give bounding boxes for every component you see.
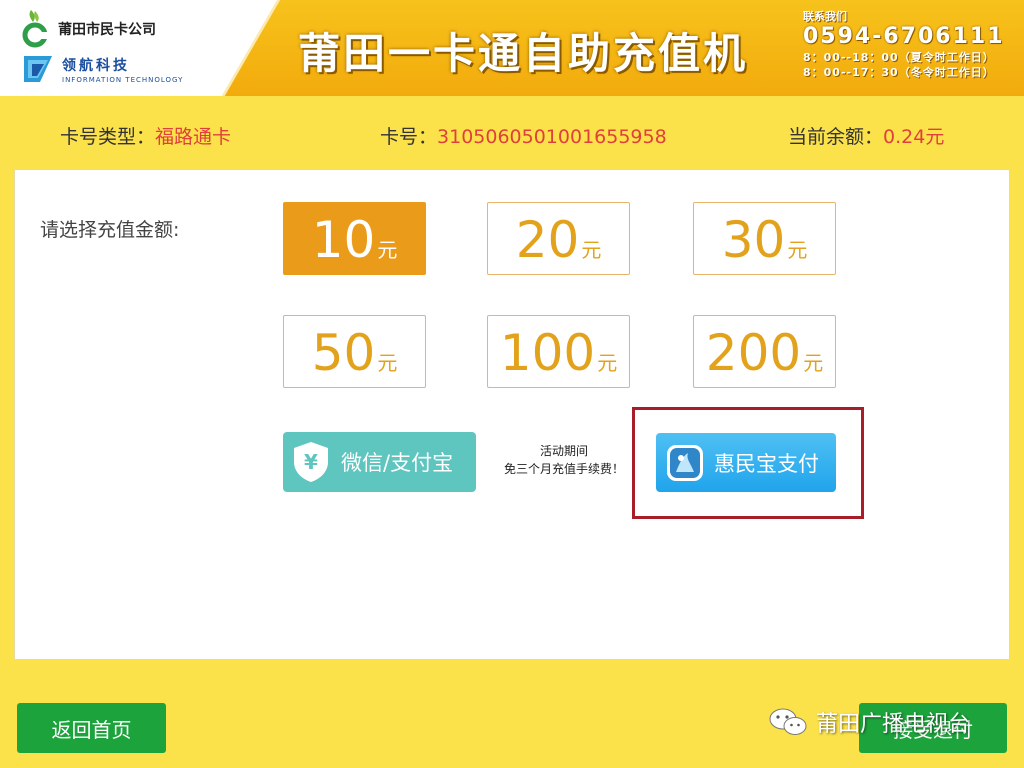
tech-subtitle: INFORMATION TECHNOLOGY [62,75,184,84]
promo-line-1: 活动期间 [539,444,588,458]
card-type-label: 卡号类型： [60,126,156,148]
card-type-value: 福路通卡 [155,126,232,148]
contact-info: 联系我们 0594-6706111 8：00--18：00（夏令时工作日） 8：… [803,8,1005,80]
contact-label: 联系我们 [803,10,847,23]
amount-prompt: 请选择充值金额: [40,219,180,241]
page-title: 莆田一卡通自助充值机 [298,29,749,78]
yen-shield-icon: ¥ [294,442,328,482]
balance-value: 0.24元 [883,126,945,148]
watermark-text: 莆田广播电视台 [816,712,971,737]
contact-phone: 0594-6706111 [803,24,1005,49]
highlight-box [632,407,864,519]
card-number-value: 3105060501001655958 [437,126,667,148]
promo-text: 活动期间 免三个月充值手续费！ [494,442,634,478]
amount-value: 50 [311,324,376,382]
amount-value: 200 [705,324,802,382]
wechat-alipay-label: 微信/支付宝 [341,451,454,475]
amount-50-button[interactable]: 50 元 [283,315,426,388]
home-button[interactable]: 返回首页 [17,703,166,753]
wechat-alipay-button[interactable]: ¥ 微信/支付宝 [283,432,476,492]
amount-unit: 元 [377,238,398,262]
company-logo-icon [22,10,48,48]
amount-30-button[interactable]: 30 元 [693,202,836,275]
company-logo: 莆田市民卡公司 [22,8,156,50]
card-number-info: 卡号：3105060501001655958 [380,122,667,149]
amount-unit: 元 [803,351,824,375]
amount-value: 100 [499,324,596,382]
balance-label: 当前余额： [788,126,884,148]
balance-info: 当前余额：0.24元 [788,122,944,149]
amount-200-button[interactable]: 200 元 [693,315,836,388]
watermark: 莆田广播电视台 [768,706,970,738]
amount-100-button[interactable]: 100 元 [487,315,630,388]
wechat-icon [769,708,807,735]
amount-unit: 元 [377,351,398,375]
tech-logo: 领航科技 INFORMATION TECHNOLOGY [22,52,183,86]
card-number-label: 卡号： [380,126,438,148]
amount-unit: 元 [581,238,602,262]
hours-winter: 8：00--17：30（冬令时工作日） [803,66,995,79]
amount-value: 30 [721,211,786,269]
hours-summer: 8：00--18：00（夏令时工作日） [803,51,995,64]
amount-value: 10 [311,211,376,269]
header-bar: 莆田市民卡公司 领航科技 INFORMATION TECHNOLOGY 莆田一卡… [0,0,1024,96]
card-type-info: 卡号类型：福路通卡 [60,122,231,149]
tech-name: 领航科技 [62,57,130,74]
amount-10-button[interactable]: 10 元 [283,202,426,275]
amount-20-button[interactable]: 20 元 [487,202,630,275]
company-name: 莆田市民卡公司 [58,22,156,38]
promo-line-2: 免三个月充值手续费！ [503,462,624,476]
amount-unit: 元 [597,351,618,375]
amount-value: 20 [515,211,580,269]
amount-unit: 元 [787,238,808,262]
tech-logo-icon [24,56,52,82]
svg-text:¥: ¥ [304,450,318,474]
